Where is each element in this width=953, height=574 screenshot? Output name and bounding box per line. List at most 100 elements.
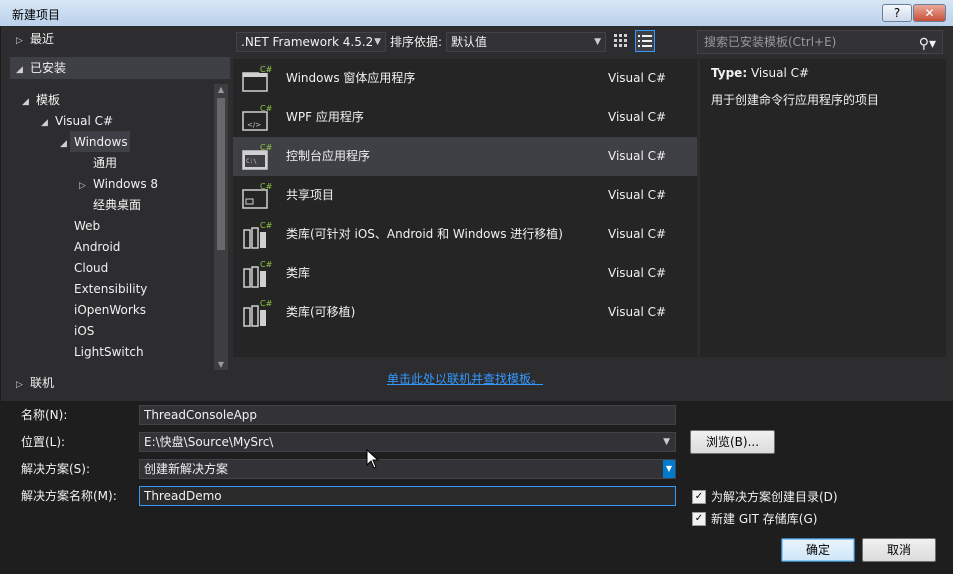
help-button[interactable]: ? xyxy=(882,4,912,22)
location-label: 位置(L): xyxy=(21,435,66,449)
create-directory-checkbox[interactable]: ✓ 为解决方案创建目录(D) xyxy=(692,488,838,505)
solution-name-input[interactable]: ThreadDemo xyxy=(139,486,676,506)
tree-item-label: 模板 xyxy=(36,93,61,107)
search-icon[interactable]: ⚲▾ xyxy=(919,33,936,55)
template-row-shared-project[interactable]: C# 共享项目 Visual C# xyxy=(233,176,697,215)
tree-item-web[interactable]: Web xyxy=(74,216,100,236)
tree-item-online[interactable]: ▷ 联机 xyxy=(16,373,54,393)
solution-name-value: ThreadDemo xyxy=(144,489,222,503)
tree-item-label: iOpenWorks xyxy=(74,303,147,317)
template-row-portable-library[interactable]: C# 类库(可针对 iOS、Android 和 Windows 进行移植) Vi… xyxy=(233,215,697,254)
svg-text:C#: C# xyxy=(260,182,272,191)
tree-item-installed[interactable]: ◢ 已安装 xyxy=(16,58,66,78)
close-icon: ✕ xyxy=(924,6,935,20)
chevron-down-icon: ▼ xyxy=(374,37,381,47)
tree-item-label: Windows 8 xyxy=(93,177,159,191)
template-language: Visual C# xyxy=(608,110,667,124)
tree-item-ios[interactable]: iOS xyxy=(74,321,94,341)
list-view-icon xyxy=(638,35,652,47)
list-view-button[interactable] xyxy=(635,30,655,52)
sort-label: 排序依据: xyxy=(390,35,443,49)
tree-item-windows8[interactable]: ▷ Windows 8 xyxy=(79,174,158,194)
framework-dropdown[interactable]: .NET Framework 4.5.2 ▼ xyxy=(236,32,386,52)
template-row-portable-class-library[interactable]: C# 类库(可移植) Visual C# xyxy=(233,293,697,332)
tree-item-label: 通用 xyxy=(93,156,118,170)
template-row-class-library[interactable]: C# 类库 Visual C# xyxy=(233,254,697,293)
small-icons-view-button[interactable] xyxy=(611,30,631,52)
tree-item-label: 联机 xyxy=(30,376,55,390)
svg-text:C#: C# xyxy=(260,299,272,308)
wpf-icon: </> C# xyxy=(242,104,272,131)
location-value: E:\快盘\Source\MySrc\ xyxy=(144,435,274,449)
class-library-icon: C# xyxy=(243,260,272,288)
template-language: Visual C# xyxy=(608,188,667,202)
template-name: 类库(可移植) xyxy=(286,305,356,319)
checkmark-icon[interactable]: ✓ xyxy=(692,511,706,526)
svg-text:C#: C# xyxy=(260,260,272,269)
template-name: Windows 窗体应用程序 xyxy=(286,71,416,85)
tree-item-cloud[interactable]: Cloud xyxy=(74,258,108,278)
browse-button[interactable]: 浏览(B)... xyxy=(690,430,775,454)
sort-dropdown[interactable]: 默认值 ▼ xyxy=(446,32,606,52)
tree-item-label: 已安装 xyxy=(30,61,67,75)
chevron-down-icon[interactable]: ▼ xyxy=(663,460,675,478)
svg-text:C#: C# xyxy=(260,143,272,152)
expand-arrow-icon[interactable]: ▷ xyxy=(16,31,30,51)
svg-text:C:\: C:\ xyxy=(246,158,257,165)
portable-class-library-icon: C# xyxy=(243,299,272,327)
template-row-wpf[interactable]: </> C# WPF 应用程序 Visual C# xyxy=(233,98,697,137)
tree-item-extensibility[interactable]: Extensibility xyxy=(74,279,147,299)
scroll-up-icon[interactable]: ▲ xyxy=(214,85,228,94)
tree-item-label: Android xyxy=(74,240,121,254)
grid-view-icon xyxy=(614,34,627,47)
tree-item-recent[interactable]: ▷ 最近 xyxy=(16,29,54,49)
cancel-button[interactable]: 取消 xyxy=(862,538,936,562)
tree-item-templates[interactable]: ◢ 模板 xyxy=(22,90,60,110)
close-button[interactable]: ✕ xyxy=(913,4,946,22)
chevron-down-icon[interactable]: ▼ xyxy=(663,433,670,451)
new-git-repo-checkbox[interactable]: ✓ 新建 GIT 存储库(G) xyxy=(692,510,817,527)
tree-item-label: Extensibility xyxy=(74,282,148,296)
solution-value: 创建新解决方案 xyxy=(144,462,229,476)
checkmark-icon[interactable]: ✓ xyxy=(692,489,706,504)
template-row-winforms[interactable]: C# Windows 窗体应用程序 Visual C# xyxy=(233,59,697,98)
scrollbar-thumb[interactable] xyxy=(217,98,225,250)
expand-arrow-icon[interactable]: ▷ xyxy=(16,375,30,395)
tree-scrollbar[interactable]: ▲ ▼ xyxy=(214,84,228,370)
collapse-arrow-icon[interactable]: ◢ xyxy=(22,92,36,112)
tree-item-label: Cloud xyxy=(74,261,109,275)
tree-item-windows[interactable]: ◢ Windows xyxy=(60,132,128,152)
collapse-arrow-icon[interactable]: ◢ xyxy=(41,113,55,133)
description-text: 用于创建命令行应用程序的项目 xyxy=(711,93,880,107)
tree-item-lightswitch[interactable]: LightSwitch xyxy=(74,342,144,362)
name-input[interactable]: ThreadConsoleApp xyxy=(139,405,676,425)
solution-dropdown[interactable]: 创建新解决方案 ▼ xyxy=(139,459,676,479)
collapse-arrow-icon[interactable]: ◢ xyxy=(16,60,30,80)
tree-item-iopenworks[interactable]: iOpenWorks xyxy=(74,300,146,320)
template-row-console[interactable]: C:\ C# 控制台应用程序 Visual C# xyxy=(233,137,697,176)
template-name: 类库(可针对 iOS、Android 和 Windows 进行移植) xyxy=(286,227,563,241)
scroll-down-icon[interactable]: ▼ xyxy=(214,360,228,369)
template-name: 控制台应用程序 xyxy=(286,149,371,163)
online-templates-link[interactable]: 单击此处以联机并查找模板。 xyxy=(387,370,543,387)
tree-item-label: Web xyxy=(74,219,101,233)
search-templates-input[interactable]: 搜索已安装模板(Ctrl+E) ⚲▾ xyxy=(697,30,943,54)
solution-label: 解决方案(S): xyxy=(21,462,91,476)
tree-item-visual-csharp[interactable]: ◢ Visual C# xyxy=(41,111,113,131)
tree-item-android[interactable]: Android xyxy=(74,237,120,257)
svg-text:C#: C# xyxy=(260,65,272,74)
ok-button[interactable]: 确定 xyxy=(781,538,855,562)
svg-text:C#: C# xyxy=(260,104,272,113)
collapse-arrow-icon[interactable]: ◢ xyxy=(60,134,74,154)
template-name: 共享项目 xyxy=(286,188,335,202)
portable-library-icon: C# xyxy=(243,221,272,249)
tree-item-label: Windows xyxy=(74,135,128,149)
tree-item-universal[interactable]: 通用 xyxy=(93,153,117,173)
expand-arrow-icon[interactable]: ▷ xyxy=(79,176,93,196)
chevron-down-icon: ▼ xyxy=(594,37,601,47)
template-language: Visual C# xyxy=(608,227,667,241)
template-name: 类库 xyxy=(286,266,311,280)
location-combobox[interactable]: E:\快盘\Source\MySrc\ ▼ xyxy=(139,432,676,452)
tree-item-label: 最近 xyxy=(30,32,55,46)
tree-item-classic-desktop[interactable]: 经典桌面 xyxy=(93,195,141,215)
